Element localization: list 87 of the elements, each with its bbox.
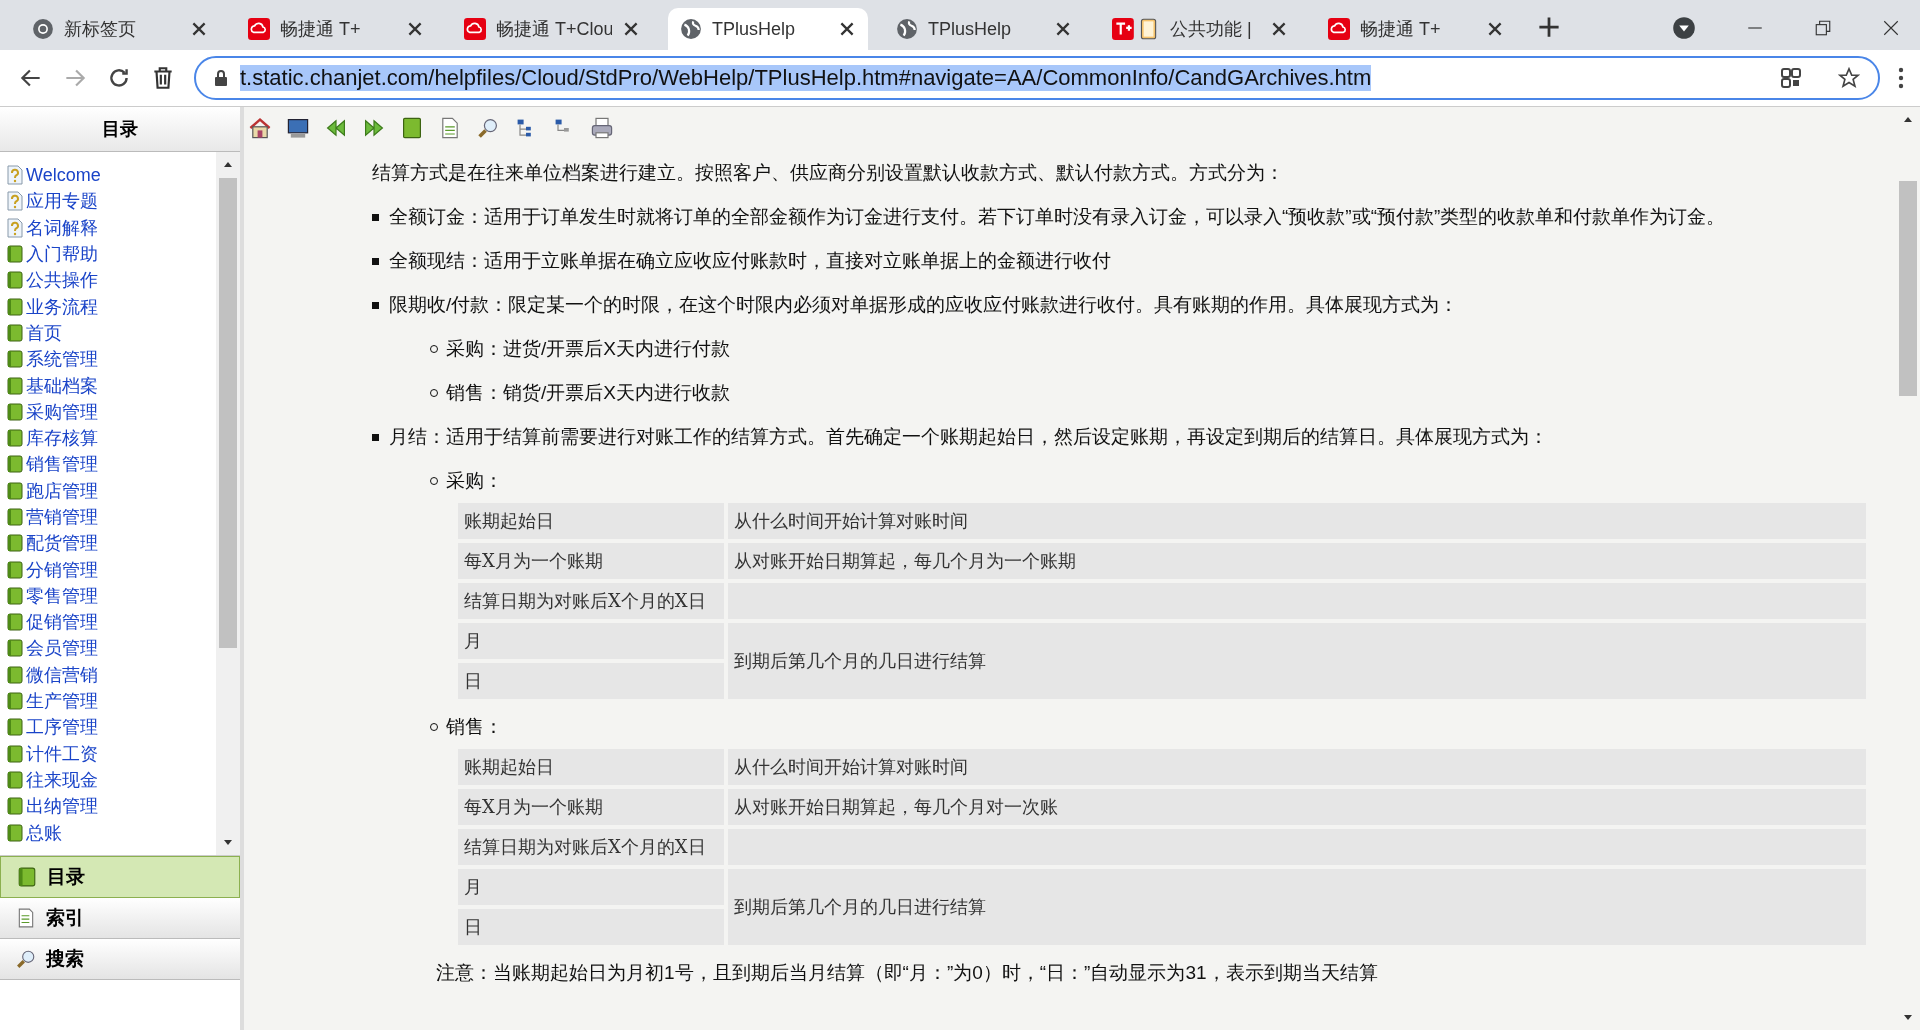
toc-item[interactable]: 往来现金 — [6, 766, 216, 794]
list-item-text: 月结：适用于结算前需要进行对账工作的结算方式。首先确定一个账期起始日，然后设定账期，再设定到期后的结算日。具体展现方式为： — [389, 425, 1548, 449]
toc-item-label[interactable]: 公共操作 — [26, 268, 98, 293]
toc-item[interactable]: 计件工资 — [6, 740, 216, 767]
toc-item[interactable]: 营销管理 — [6, 503, 216, 531]
toc-item[interactable]: 微信营销 — [6, 661, 216, 688]
toc-item-label[interactable]: 往来现金 — [26, 767, 98, 792]
toc-item[interactable]: 跑店管理 — [6, 477, 216, 504]
toc-item-label[interactable]: 首页 — [26, 320, 62, 345]
browser-tab[interactable]: 畅捷通 T+ — [236, 8, 436, 50]
browser-tab[interactable]: 畅捷通 T+ — [1316, 8, 1516, 50]
toc-item[interactable]: 入门帮助 — [6, 240, 216, 268]
table-cell: 月 — [458, 623, 724, 659]
toc-item[interactable]: 出纳管理 — [6, 793, 216, 820]
paragraph: 结算方式是在往来单位档案进行建立。按照客户、供应商分别设置默认收款方式、默认付款方式。方式分为： — [372, 161, 1285, 185]
toc-item-label[interactable]: 出纳管理 — [26, 794, 98, 819]
toc-item-label[interactable]: 会员管理 — [26, 636, 98, 661]
toc-item[interactable]: 零售管理 — [6, 582, 216, 610]
toc-item-label[interactable]: 营销管理 — [26, 505, 98, 529]
list-item-text: 全额现结：适用于立账单据在确立应收应付账款时，直接对立账单据上的金额进行收付 — [389, 249, 1111, 273]
note-text: 注意：当账期起始日为月初1号，且到期后当月结算（即“月：”为0）时，“日：”自动显示为31，表示到期当天结算 — [436, 961, 1379, 985]
toc-item-label[interactable]: 计件工资 — [26, 741, 98, 766]
address-field[interactable]: t.static.chanjet.com/helpfiles/Cloud/StdPro/WebHelp/TPlusHelp.htm#navigate=AA/CommonInfo/CandGArchives.htm — [194, 56, 1880, 100]
toc-item[interactable]: 总账 — [6, 819, 216, 846]
toc-item[interactable]: 销售管理 — [6, 451, 216, 478]
table-cell: 结算日期为对账后X个月的X日 — [458, 583, 724, 619]
toc-item[interactable]: 应用专题 — [6, 188, 216, 215]
toc-item[interactable]: 名词解释 — [6, 214, 216, 241]
table-cell: 从对账开始日期算起，每几个月对一次账 — [728, 789, 1866, 825]
toc-item[interactable]: Welcome — [6, 162, 216, 189]
toc-item-label[interactable]: 业务流程 — [26, 294, 98, 319]
toc-item[interactable]: 系统管理 — [6, 346, 216, 373]
table-cell: 账期起始日 — [458, 749, 724, 785]
list-item-text: 销售：销货/开票后X天内进行收款 — [446, 381, 730, 405]
table-cell: 到期后第几个月的几日进行结算 — [728, 869, 1866, 945]
toc-item[interactable]: 库存核算 — [6, 424, 216, 452]
toc-item[interactable]: 采购管理 — [6, 398, 216, 425]
toc-item[interactable]: 工序管理 — [6, 714, 216, 741]
toc-item-label[interactable]: 系统管理 — [26, 347, 98, 372]
browser-tab[interactable]: TPlusHelp — [668, 8, 868, 50]
toc-item-label[interactable]: 入门帮助 — [26, 242, 98, 267]
table-cell: 从什么时间开始计算对账时间 — [728, 503, 1866, 539]
toc-item-label[interactable]: 促销管理 — [26, 610, 98, 635]
browser-tab[interactable]: 公共功能 | — [1100, 8, 1300, 50]
list-item-text: 销售： — [446, 715, 503, 739]
table-cell: 日 — [458, 909, 724, 945]
table-cell: 每X月为一个账期 — [458, 789, 724, 825]
toc-item[interactable]: 基础档案 — [6, 372, 216, 399]
toc-item-label[interactable]: 零售管理 — [26, 583, 98, 608]
toc-item-label[interactable]: 总账 — [26, 820, 62, 845]
list-item-text: 全额订金：适用于订单发生时就将订单的全部金额作为订金进行支付。若下订单时没有录入订金，可以录入“预收款”或“预付款”类型的收款单和付款单作为订金。 — [389, 205, 1726, 229]
toc-item-label[interactable]: 名词解释 — [26, 215, 98, 240]
table-cell: 从什么时间开始计算对账时间 — [728, 749, 1866, 785]
toc-item-label[interactable]: 应用专题 — [26, 189, 98, 214]
toc-item[interactable]: 会员管理 — [6, 635, 216, 662]
toc-item-label[interactable]: 生产管理 — [26, 689, 98, 714]
browser-tab[interactable]: TPlusHelp — [884, 8, 1084, 50]
table-cell: 结算日期为对账后X个月的X日 — [458, 829, 724, 865]
toc-item-label[interactable]: 微信营销 — [26, 662, 98, 687]
toc-item-label[interactable]: 分销管理 — [26, 557, 98, 582]
toc-item[interactable]: 促销管理 — [6, 609, 216, 636]
table-cell: 月 — [458, 869, 724, 905]
toc-item-label[interactable]: 采购管理 — [26, 399, 98, 424]
toc-item[interactable]: 业务流程 — [6, 293, 216, 320]
toc-item[interactable]: 配货管理 — [6, 530, 216, 557]
toc-item[interactable]: 首页 — [6, 319, 216, 347]
table-cell: 到期后第几个月的几日进行结算 — [728, 623, 1866, 699]
toc-item-label[interactable]: 工序管理 — [26, 715, 98, 740]
table-cell: 账期起始日 — [458, 503, 724, 539]
toc-item[interactable]: 生产管理 — [6, 687, 216, 715]
table-cell: 日 — [458, 663, 724, 699]
toc-item-label[interactable]: 销售管理 — [26, 452, 98, 477]
toc-item[interactable]: 公共操作 — [6, 267, 216, 294]
list-item-text: 采购：进货/开票后X天内进行付款 — [446, 337, 730, 361]
toc-item-label[interactable]: Welcome — [26, 164, 101, 186]
list-item-text: 采购： — [446, 469, 503, 493]
toc-item[interactable]: 分销管理 — [6, 556, 216, 583]
panel-tab[interactable]: 目录 — [0, 856, 240, 898]
table-cell: 每X月为一个账期 — [458, 543, 724, 579]
toc-item-label[interactable]: 配货管理 — [26, 531, 98, 556]
list-item-text: 限期收/付款：限定某一个的时限，在这个时限内必须对单据形成的应收应付账款进行收付。具有账期的作用。具体展现方式为： — [389, 293, 1459, 317]
browser-tab[interactable]: 新标签页 — [20, 8, 220, 50]
toc-item-label[interactable]: 库存核算 — [26, 426, 98, 451]
toc-item-label[interactable]: 基础档案 — [26, 373, 98, 398]
browser-tab[interactable]: 畅捷通 T+Clou — [452, 8, 652, 50]
table-cell: 从对账开始日期算起，每几个月为一个账期 — [728, 543, 1866, 579]
toc-item-label[interactable]: 跑店管理 — [26, 478, 98, 503]
